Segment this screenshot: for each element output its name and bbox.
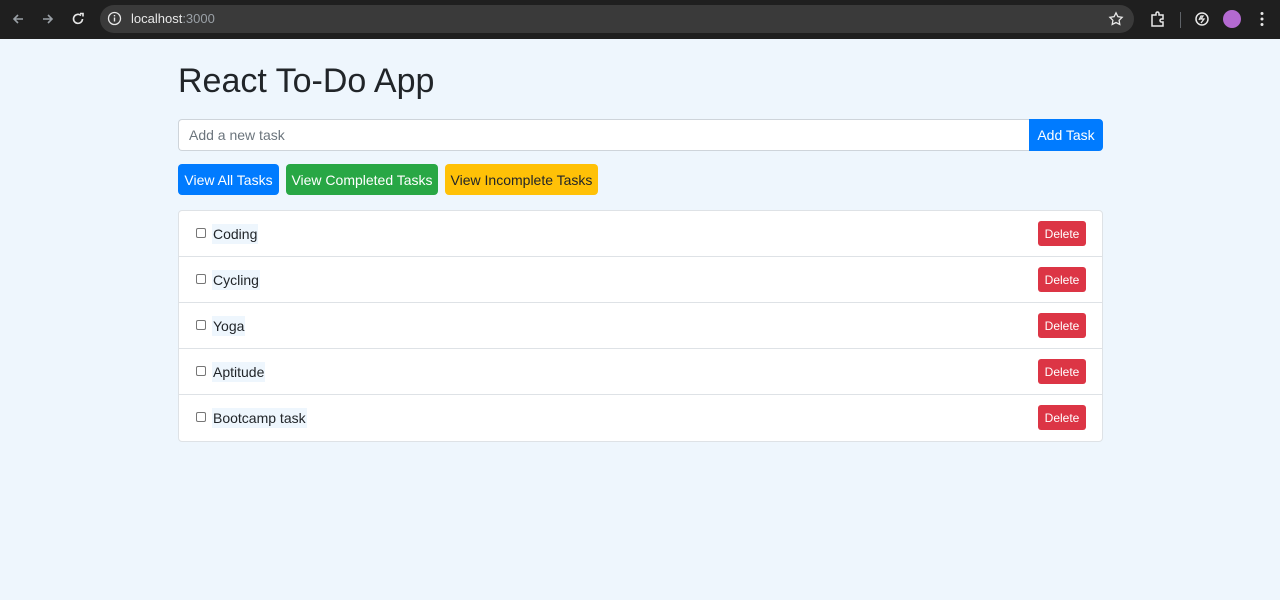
task-item: Bootcamp task Delete bbox=[179, 395, 1102, 441]
profile-avatar[interactable] bbox=[1223, 10, 1241, 28]
delete-task-button[interactable]: Delete bbox=[1038, 267, 1086, 292]
forward-arrow-icon[interactable] bbox=[38, 9, 58, 29]
address-bar[interactable]: localhost:3000 bbox=[100, 5, 1134, 33]
new-task-input[interactable] bbox=[178, 119, 1030, 151]
site-info-icon[interactable] bbox=[107, 11, 122, 26]
sync-icon[interactable] bbox=[1193, 10, 1211, 28]
delete-task-button[interactable]: Delete bbox=[1038, 221, 1086, 246]
view-all-tasks-button[interactable]: View All Tasks bbox=[178, 164, 279, 195]
task-label: Cycling bbox=[212, 270, 260, 290]
delete-task-button[interactable]: Delete bbox=[1038, 359, 1086, 384]
new-task-form: Add Task bbox=[178, 119, 1103, 151]
view-incomplete-tasks-button[interactable]: View Incomplete Tasks bbox=[445, 164, 598, 195]
task-item: Cycling Delete bbox=[179, 257, 1102, 303]
extensions-icon[interactable] bbox=[1149, 10, 1167, 28]
task-checkbox[interactable] bbox=[196, 228, 206, 238]
page-title: React To-Do App bbox=[178, 62, 435, 100]
browser-toolbar: localhost:3000 bbox=[0, 0, 1280, 39]
add-task-button[interactable]: Add Task bbox=[1029, 119, 1103, 151]
task-checkbox[interactable] bbox=[196, 320, 206, 330]
task-checkbox[interactable] bbox=[196, 412, 206, 422]
delete-task-button[interactable]: Delete bbox=[1038, 313, 1086, 338]
task-item: Coding Delete bbox=[179, 211, 1102, 257]
task-item: Yoga Delete bbox=[179, 303, 1102, 349]
task-label: Coding bbox=[212, 224, 259, 244]
reload-icon[interactable] bbox=[68, 9, 88, 29]
task-label: Bootcamp task bbox=[212, 408, 307, 428]
task-item: Aptitude Delete bbox=[179, 349, 1102, 395]
task-list: Coding Delete Cycling Delete Yoga Delete… bbox=[178, 210, 1103, 442]
task-label: Aptitude bbox=[212, 362, 266, 382]
task-checkbox[interactable] bbox=[196, 274, 206, 284]
toolbar-divider bbox=[1180, 12, 1181, 28]
task-checkbox[interactable] bbox=[196, 366, 206, 376]
bookmark-star-icon[interactable] bbox=[1108, 11, 1124, 27]
url-host: localhost bbox=[131, 11, 183, 26]
url-text: localhost:3000 bbox=[131, 11, 215, 27]
view-completed-tasks-button[interactable]: View Completed Tasks bbox=[286, 164, 438, 195]
delete-task-button[interactable]: Delete bbox=[1038, 405, 1086, 430]
back-arrow-icon[interactable] bbox=[8, 9, 28, 29]
menu-kebab-icon[interactable] bbox=[1253, 10, 1271, 28]
url-port: :3000 bbox=[182, 11, 215, 26]
task-label: Yoga bbox=[212, 316, 246, 336]
